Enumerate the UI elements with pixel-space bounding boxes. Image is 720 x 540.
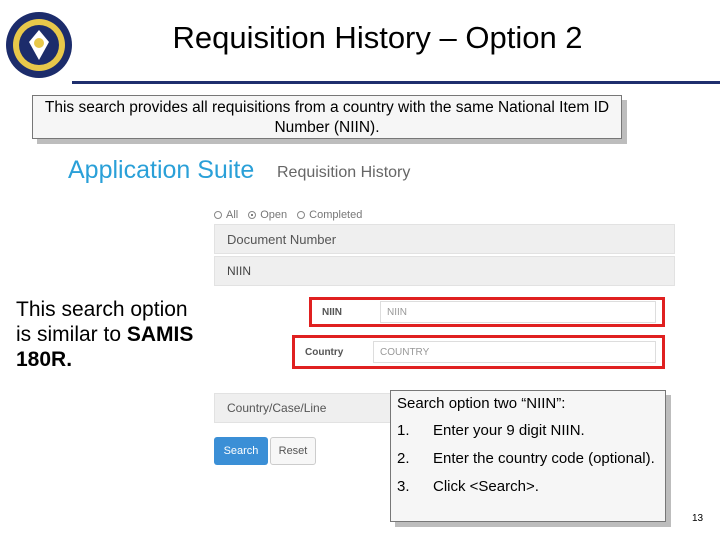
step-text: Enter your 9 digit NIIN. xyxy=(433,422,585,439)
steps-heading: Search option two “NIIN”: xyxy=(397,395,566,412)
niin-label: NIIN xyxy=(322,306,342,318)
radio-selected-icon xyxy=(248,211,257,219)
radio-icon xyxy=(297,211,306,219)
app-title: Application Suite xyxy=(68,156,255,184)
step-text: Click <Search>. xyxy=(433,478,539,495)
niin-panel-header[interactable]: NIIN xyxy=(214,256,675,286)
document-number-panel[interactable]: Document Number xyxy=(214,224,675,254)
step-number: 1. xyxy=(397,422,410,439)
slide-title: Requisition History – Option 2 xyxy=(172,20,583,55)
country-label: Country xyxy=(305,346,344,358)
top-callout: This search provides all requisitions fr… xyxy=(32,95,622,139)
radio-icon xyxy=(214,211,222,219)
step-number: 3. xyxy=(397,478,410,495)
radio-completed[interactable]: Completed xyxy=(297,209,362,221)
radio-label: Completed xyxy=(309,209,363,221)
step-number: 2. xyxy=(397,450,410,467)
reset-button[interactable]: Reset xyxy=(270,437,316,465)
radio-label: All xyxy=(226,209,239,221)
search-button[interactable]: Search xyxy=(214,437,268,465)
radio-label: Open xyxy=(260,209,288,221)
step-item: 1. Enter your 9 digit NIIN. xyxy=(397,422,659,440)
steps-callout: Search option two “NIIN”: 1. Enter your … xyxy=(390,390,666,522)
niin-field-row: NIIN NIIN xyxy=(309,297,665,327)
country-field-row: Country COUNTRY xyxy=(292,335,665,369)
country-input[interactable]: COUNTRY xyxy=(373,341,656,363)
country-case-line-panel[interactable]: Country/Case/Line xyxy=(214,393,414,423)
title-rule xyxy=(72,81,720,84)
step-text: Enter the country code (optional). xyxy=(433,450,655,467)
radio-open[interactable]: Open xyxy=(248,209,287,221)
step-item: 2. Enter the country code (optional). xyxy=(397,450,659,468)
left-note: This search option is similar to SAMIS 1… xyxy=(16,297,196,372)
step-item: 3. Click <Search>. xyxy=(397,478,659,496)
radio-all[interactable]: All xyxy=(214,209,238,221)
app-subtitle: Requisition History xyxy=(277,164,411,181)
status-radio-group: All Open Completed xyxy=(214,209,362,221)
niin-input[interactable]: NIIN xyxy=(380,301,656,323)
page-number: 13 xyxy=(692,513,704,524)
